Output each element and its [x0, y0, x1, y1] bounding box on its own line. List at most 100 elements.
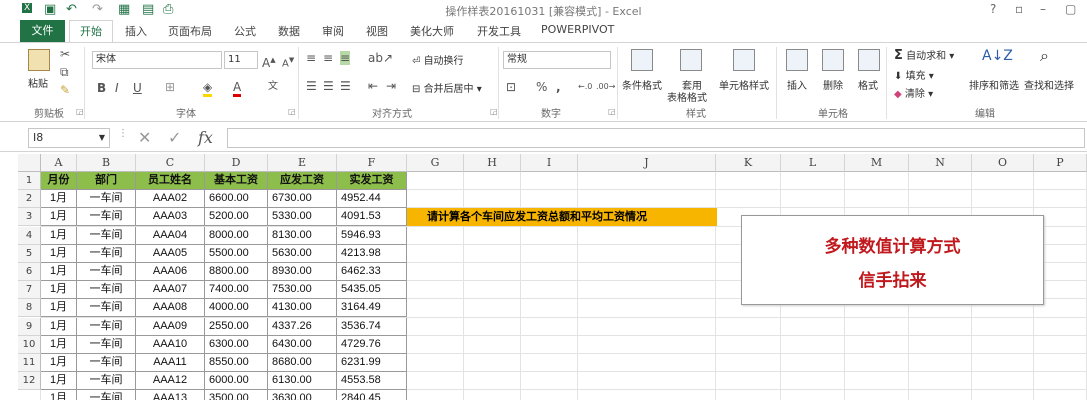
align-middle-icon[interactable]: ≡: [323, 51, 333, 65]
table-cell[interactable]: 6462.33: [337, 263, 407, 281]
column-header-j[interactable]: J: [578, 154, 716, 172]
tab-data[interactable]: 数据: [278, 23, 300, 39]
accounting-format-icon[interactable]: ⊡: [506, 80, 516, 94]
table-cell[interactable]: 4091.53: [337, 208, 407, 227]
table-header-cell[interactable]: 员工姓名: [136, 172, 205, 190]
format-cells-icon[interactable]: [858, 49, 880, 71]
row-header[interactable]: 3: [18, 208, 41, 227]
column-header-k[interactable]: K: [716, 154, 781, 172]
format-as-table-label2[interactable]: 表格格式: [667, 89, 707, 104]
row-header[interactable]: 11: [18, 354, 41, 372]
table-cell[interactable]: 8550.00: [205, 354, 268, 372]
table-cell[interactable]: 5200.00: [205, 208, 268, 227]
table-cell[interactable]: AAA11: [136, 354, 205, 372]
table-cell[interactable]: 4337.26: [268, 317, 337, 336]
table-cell[interactable]: 4130.00: [268, 299, 337, 318]
table-cell[interactable]: AAA02: [136, 190, 205, 209]
clear-button[interactable]: ◆ 清除 ▾: [894, 85, 933, 100]
column-header-h[interactable]: H: [464, 154, 521, 172]
tab-beautify[interactable]: 美化大师: [410, 23, 454, 39]
align-bottom-icon[interactable]: ≡: [340, 51, 351, 65]
table-cell[interactable]: AAA09: [136, 317, 205, 336]
table-cell[interactable]: 3500.00: [205, 390, 268, 400]
row-header[interactable]: 5: [18, 244, 41, 263]
table-cell[interactable]: 6600.00: [205, 190, 268, 209]
table-cell[interactable]: 8000.00: [205, 226, 268, 245]
table-cell[interactable]: 6231.99: [337, 354, 407, 372]
table-cell[interactable]: 一车间: [77, 390, 136, 400]
phonetic-icon[interactable]: 文: [268, 80, 278, 94]
row-header[interactable]: 10: [18, 335, 41, 354]
callout-textbox[interactable]: 多种数值计算方式 信手拈来: [741, 215, 1044, 305]
table-cell[interactable]: 6300.00: [205, 335, 268, 354]
alignment-launcher-icon[interactable]: ◲: [490, 107, 498, 116]
formula-input[interactable]: [227, 128, 1085, 148]
table-cell[interactable]: AAA06: [136, 263, 205, 281]
delete-cells-button[interactable]: 删除: [823, 77, 843, 92]
column-header-l[interactable]: L: [781, 154, 845, 172]
table-cell[interactable]: 1月: [41, 244, 77, 263]
table-cell[interactable]: 2550.00: [205, 317, 268, 336]
table-cell[interactable]: 3630.00: [268, 390, 337, 400]
orientation-icon[interactable]: ab↗: [368, 51, 393, 65]
table-cell[interactable]: 1月: [41, 354, 77, 372]
underline-button[interactable]: U: [133, 81, 142, 95]
table-cell[interactable]: 4000.00: [205, 299, 268, 318]
font-launcher-icon[interactable]: ◲: [288, 107, 296, 116]
bold-button[interactable]: B: [97, 81, 106, 95]
italic-button[interactable]: I: [115, 81, 119, 95]
table-cell[interactable]: 5330.00: [268, 208, 337, 227]
column-header-f[interactable]: F: [337, 154, 407, 172]
row-header[interactable]: 4: [18, 226, 41, 245]
increase-indent-icon[interactable]: ⇥: [386, 79, 396, 93]
table-cell[interactable]: 1月: [41, 281, 77, 300]
column-header-d[interactable]: D: [205, 154, 268, 172]
conditional-format-icon[interactable]: [631, 49, 653, 71]
table-cell[interactable]: 1月: [41, 390, 77, 400]
row-header[interactable]: 7: [18, 281, 41, 300]
row-header[interactable]: 12: [18, 372, 41, 391]
table-cell[interactable]: 1月: [41, 263, 77, 281]
number-launcher-icon[interactable]: ◲: [608, 107, 616, 116]
table-cell[interactable]: 1月: [41, 372, 77, 391]
sort-filter-icon[interactable]: A↓Z: [982, 49, 1013, 63]
table-cell[interactable]: 一车间: [77, 372, 136, 391]
column-header-m[interactable]: M: [845, 154, 909, 172]
font-name-select[interactable]: 宋体: [92, 51, 222, 69]
row-header[interactable]: 8: [18, 299, 41, 318]
table-header-cell[interactable]: 应发工资: [268, 172, 337, 190]
table-cell[interactable]: 3164.49: [337, 299, 407, 318]
border-icon[interactable]: ⊞: [165, 80, 175, 94]
comma-button[interactable]: ,: [556, 80, 561, 94]
table-cell[interactable]: 4729.76: [337, 335, 407, 354]
table-cell[interactable]: AAA08: [136, 299, 205, 318]
table-cell[interactable]: AAA13: [136, 390, 205, 400]
binoculars-icon[interactable]: ⌕: [1040, 48, 1049, 64]
cancel-formula-icon[interactable]: ✕: [138, 128, 151, 147]
table-header-cell[interactable]: 部门: [77, 172, 136, 190]
merge-center-button[interactable]: ⊟ 合并后居中 ▾: [412, 80, 482, 95]
align-right-icon[interactable]: ☰: [340, 79, 351, 93]
table-cell[interactable]: 3536.74: [337, 317, 407, 336]
table-cell[interactable]: 2840.45: [337, 390, 407, 400]
column-header-a[interactable]: A: [41, 154, 77, 172]
ribbon-display-icon[interactable]: ▫: [1015, 2, 1023, 16]
tab-file[interactable]: 文件: [20, 20, 65, 42]
table-cell[interactable]: 一车间: [77, 208, 136, 227]
align-left-icon[interactable]: ☰: [306, 79, 317, 93]
table-cell[interactable]: 一车间: [77, 226, 136, 245]
wrap-text-button[interactable]: ⏎ 自动换行: [412, 52, 464, 67]
table-header-cell[interactable]: 月份: [41, 172, 77, 190]
column-header-c[interactable]: C: [136, 154, 205, 172]
table-cell[interactable]: AAA07: [136, 281, 205, 300]
table-cell[interactable]: 1月: [41, 208, 77, 227]
tab-powerpivot[interactable]: POWERPIVOT: [541, 23, 614, 36]
table-cell[interactable]: 5946.93: [337, 226, 407, 245]
table-cell[interactable]: AAA12: [136, 372, 205, 391]
table-cell[interactable]: 6730.00: [268, 190, 337, 209]
copy-icon[interactable]: ⧉: [60, 65, 69, 79]
row-header[interactable]: 2: [18, 190, 41, 209]
row-header[interactable]: 6: [18, 263, 41, 281]
table-cell[interactable]: 4213.98: [337, 244, 407, 263]
number-format-select[interactable]: 常规: [503, 51, 611, 69]
